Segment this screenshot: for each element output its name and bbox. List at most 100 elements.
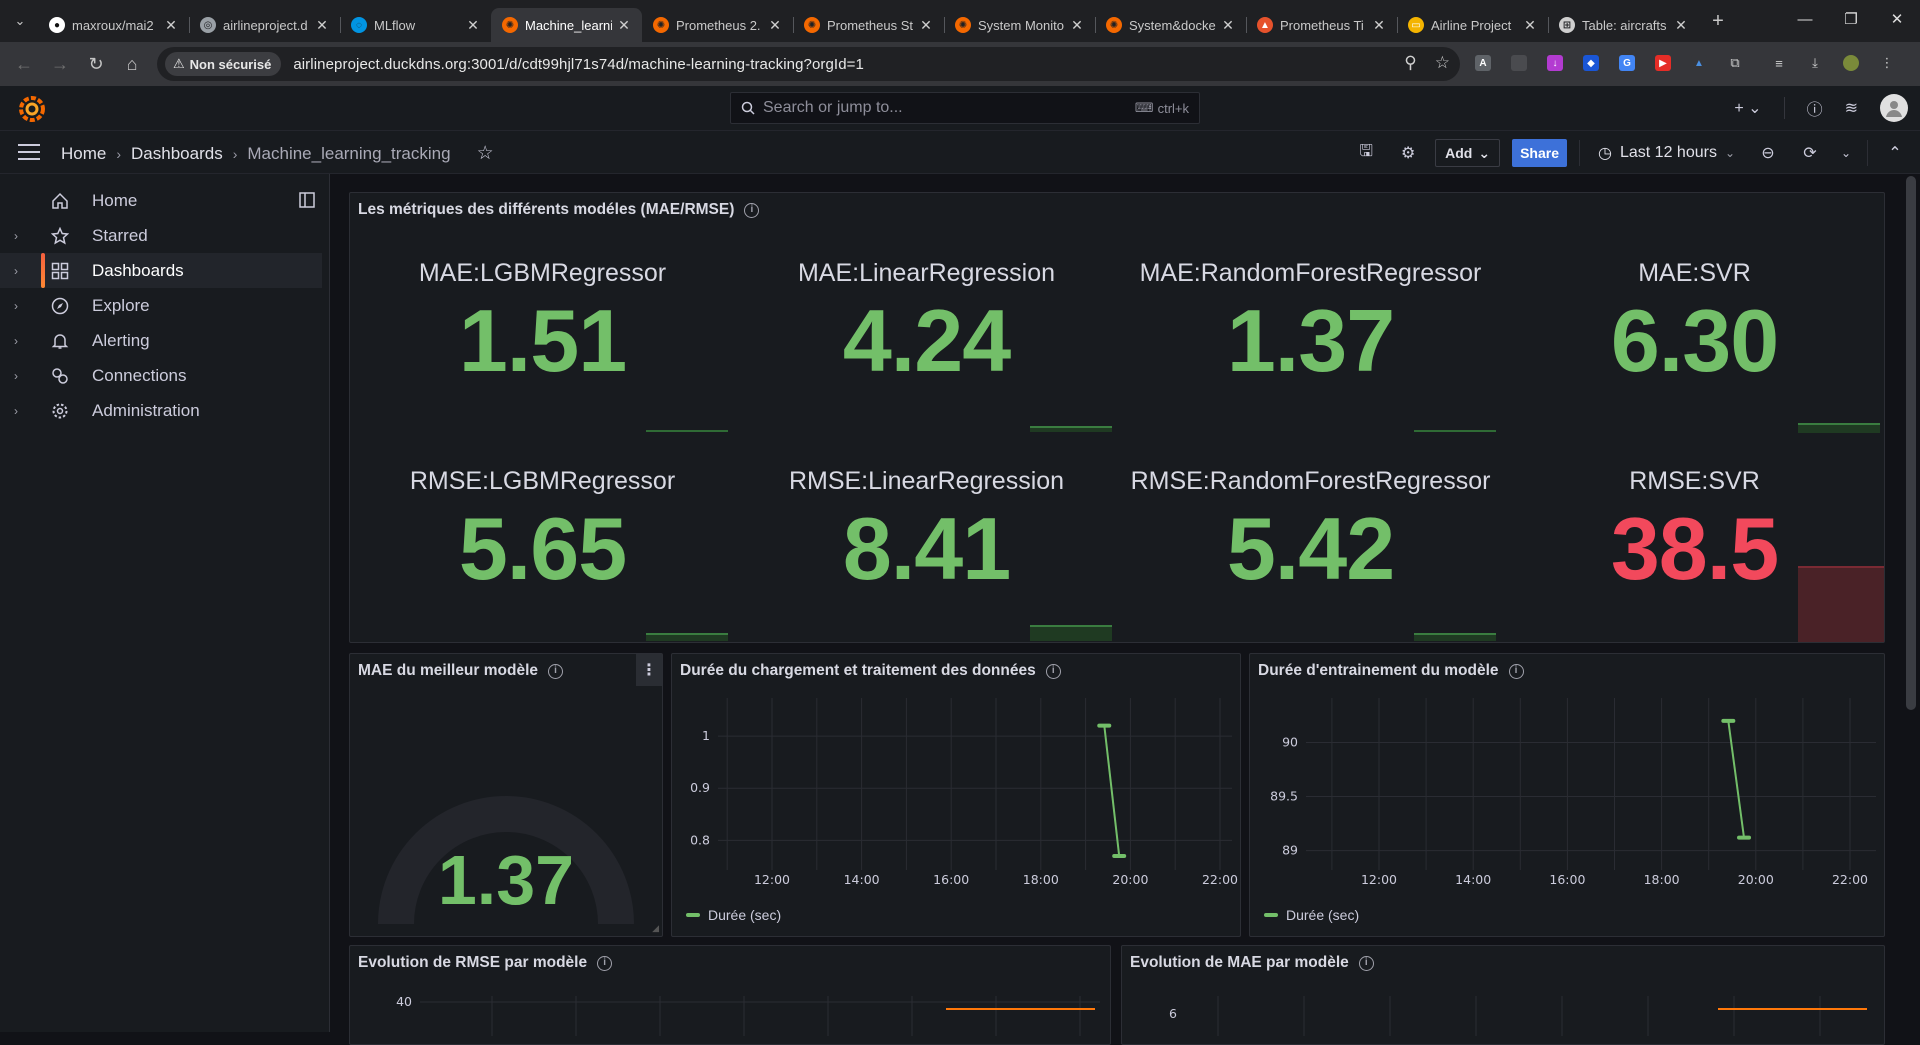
browser-tab[interactable]: ◌ MLflow ✕ xyxy=(340,8,491,42)
bookmark-star-icon[interactable]: ☆ xyxy=(1435,53,1450,73)
browser-tab[interactable]: ✺ Prometheus St ✕ xyxy=(793,8,944,42)
stat-tile[interactable]: RMSE:LGBMRegressor 5.65 xyxy=(350,467,735,600)
time-range-picker[interactable]: ◷ Last 12 hours ⌄ xyxy=(1592,138,1741,168)
browser-tab[interactable]: ⊞ Table: aircrafts ✕ xyxy=(1548,8,1699,42)
close-tab-icon[interactable]: ✕ xyxy=(1068,16,1086,34)
menu-toggle-icon[interactable] xyxy=(18,143,40,161)
settings-gear-icon[interactable]: ⚙ xyxy=(1393,138,1423,168)
news-feed-icon[interactable]: ≋ xyxy=(1845,98,1858,118)
stat-tile[interactable]: RMSE:LinearRegression 8.41 xyxy=(734,467,1119,600)
chevron-right-icon[interactable]: › xyxy=(14,264,18,278)
stat-tile[interactable]: MAE:RandomForestRegressor 1.37 xyxy=(1118,259,1503,392)
info-icon[interactable]: i xyxy=(1358,955,1374,971)
new-plus-icon[interactable]: + ⌄ xyxy=(1734,98,1761,118)
close-tab-icon[interactable]: ✕ xyxy=(313,16,331,34)
extension-drive-icon[interactable]: ▲ xyxy=(1686,50,1712,76)
refresh-interval-chevron-icon[interactable]: ⌄ xyxy=(1837,138,1855,168)
breadcrumb-home[interactable]: Home xyxy=(61,144,106,164)
extension-gray-icon[interactable] xyxy=(1506,50,1532,76)
reload-icon[interactable]: ↻ xyxy=(78,46,114,82)
close-tab-icon[interactable]: ✕ xyxy=(1219,16,1237,34)
zoom-out-icon[interactable]: ⊖ xyxy=(1753,138,1783,168)
chart-legend[interactable]: Durée (sec) xyxy=(1264,907,1359,923)
panel-title[interactable]: Durée d'entrainement du modèle i xyxy=(1258,662,1524,680)
stat-tile[interactable]: RMSE:RandomForestRegressor 5.42 xyxy=(1118,467,1503,600)
panel-title[interactable]: Durée du chargement et traitement des do… xyxy=(680,662,1061,680)
panel-menu-icon[interactable]: ⋮ xyxy=(636,654,662,686)
close-tab-icon[interactable]: ✕ xyxy=(766,16,784,34)
profile-icon[interactable] xyxy=(1838,50,1864,76)
mae-evolution-chart[interactable]: 6 xyxy=(1122,986,1884,1036)
chart-legend[interactable]: Durée (sec) xyxy=(686,907,781,923)
info-icon[interactable]: i xyxy=(1045,663,1061,679)
chevron-right-icon[interactable]: › xyxy=(14,229,18,243)
refresh-icon[interactable]: ⟳ xyxy=(1795,138,1825,168)
close-tab-icon[interactable]: ✕ xyxy=(1672,16,1690,34)
load-duration-chart[interactable]: 0.8 0.9 1 12:00 14:00 16:00 18:00 20:00 22:00 xyxy=(672,694,1240,894)
resize-handle-icon[interactable]: ◢ xyxy=(652,923,659,934)
rmse-evolution-chart[interactable]: 40 xyxy=(350,986,1110,1036)
scrollbar-thumb[interactable] xyxy=(1906,176,1916,710)
extension-download-purple-icon[interactable]: ↓ xyxy=(1542,50,1568,76)
close-tab-icon[interactable]: ✕ xyxy=(615,16,633,34)
security-chip[interactable]: ⚠ Non sécurisé xyxy=(165,52,282,76)
breadcrumb-dashboards[interactable]: Dashboards xyxy=(131,144,223,164)
extension-youtube-icon[interactable]: ▶ xyxy=(1650,50,1676,76)
help-icon[interactable]: ⓘ xyxy=(1807,96,1823,120)
browser-menu-icon[interactable]: ⋮ xyxy=(1874,50,1900,76)
add-button[interactable]: Add ⌄ xyxy=(1435,139,1501,167)
browser-tab[interactable]: ✺ Prometheus 2. ✕ xyxy=(642,8,793,42)
sidebar-item-dashboards[interactable]: › Dashboards xyxy=(0,253,322,288)
user-avatar[interactable] xyxy=(1880,94,1908,122)
browser-tab[interactable]: ✺ Machine_learni ✕ xyxy=(491,8,642,42)
chevron-right-icon[interactable]: › xyxy=(14,299,18,313)
grafana-logo-icon[interactable] xyxy=(18,95,46,123)
info-icon[interactable]: i xyxy=(744,202,760,218)
stat-tile[interactable]: MAE:LinearRegression 4.24 xyxy=(734,259,1119,392)
stat-tile[interactable]: MAE:LGBMRegressor 1.51 xyxy=(350,259,735,392)
reading-list-icon[interactable]: ≡ xyxy=(1766,50,1792,76)
sidebar-item-home[interactable]: Home xyxy=(0,183,322,218)
sidebar-item-alerting[interactable]: › Alerting xyxy=(0,323,322,358)
chevron-right-icon[interactable]: › xyxy=(14,404,18,418)
sidebar-item-explore[interactable]: › Explore xyxy=(0,288,322,323)
browser-tab[interactable]: ▲ Prometheus Ti ✕ xyxy=(1246,8,1397,42)
search-bar[interactable]: Search or jump to... ⌨ ctrl+k xyxy=(730,92,1200,124)
chevron-right-icon[interactable]: › xyxy=(14,369,18,383)
info-icon[interactable]: i xyxy=(597,955,613,971)
page-scrollbar[interactable] xyxy=(1904,176,1916,1032)
close-tab-icon[interactable]: ✕ xyxy=(1521,16,1539,34)
sidebar-item-connections[interactable]: › Connections xyxy=(0,358,322,393)
sidebar-item-starred[interactable]: › Starred xyxy=(0,218,322,253)
save-dashboard-icon[interactable]: 🖫 xyxy=(1351,138,1381,168)
forward-icon[interactable]: → xyxy=(42,46,78,82)
panel-title[interactable]: Evolution de MAE par modèle i xyxy=(1130,954,1374,972)
favorite-star-icon[interactable]: ☆ xyxy=(477,142,494,165)
close-tab-icon[interactable]: ✕ xyxy=(162,16,180,34)
browser-tab[interactable]: ✺ System&docke ✕ xyxy=(1095,8,1246,42)
extension-shield-icon[interactable]: ◆ xyxy=(1578,50,1604,76)
zoom-icon[interactable]: ⚲ xyxy=(1404,53,1416,73)
downloads-icon[interactable]: ⤓ xyxy=(1802,50,1828,76)
sidebar-item-administration[interactable]: › Administration xyxy=(0,393,322,428)
extension-translate-icon[interactable]: G xyxy=(1614,50,1640,76)
panel-title[interactable]: Evolution de RMSE par modèle i xyxy=(358,954,613,972)
close-tab-icon[interactable]: ✕ xyxy=(917,16,935,34)
tab-search-button[interactable]: ⌄ xyxy=(6,7,34,35)
browser-tab[interactable]: ✺ System Monito ✕ xyxy=(944,8,1095,42)
extensions-puzzle-icon[interactable]: ⧉ xyxy=(1722,50,1748,76)
minimize-icon[interactable]: — xyxy=(1782,0,1828,42)
close-tab-icon[interactable]: ✕ xyxy=(464,16,482,34)
panel-title[interactable]: Les métriques des différents modéles (MA… xyxy=(358,201,760,219)
url-text[interactable]: airlineproject.duckdns.org:3001/d/cdt99h… xyxy=(293,56,864,73)
panel-title[interactable]: MAE du meilleur modèle i xyxy=(358,662,564,680)
browser-tab[interactable]: ◎ airlineproject.d ✕ xyxy=(189,8,340,42)
collapse-chevron-up-icon[interactable]: ⌃ xyxy=(1880,138,1910,168)
address-bar[interactable]: ⚠ Non sécurisé airlineproject.duckdns.or… xyxy=(157,47,1460,81)
stat-tile[interactable]: MAE:SVR 6.30 xyxy=(1502,259,1887,392)
chevron-right-icon[interactable]: › xyxy=(14,334,18,348)
share-button[interactable]: Share xyxy=(1512,139,1568,167)
close-tab-icon[interactable]: ✕ xyxy=(1370,16,1388,34)
new-tab-button[interactable]: + xyxy=(1703,6,1733,36)
info-icon[interactable]: i xyxy=(1508,663,1524,679)
